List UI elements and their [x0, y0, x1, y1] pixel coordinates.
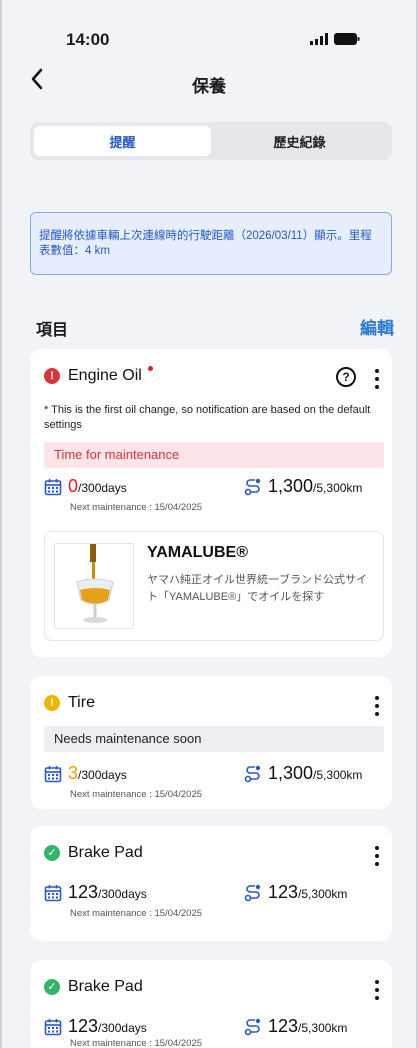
- days-unit: /300days: [78, 768, 127, 782]
- calendar-icon: [44, 478, 62, 495]
- nav-bar: 保養: [2, 64, 416, 104]
- card-header: ! Engine Oil: [44, 365, 153, 385]
- card-note: * This is the first oil change, so notif…: [44, 404, 371, 431]
- distance-unit: /5,300km: [313, 768, 363, 782]
- distance-unit: /5,300km: [313, 481, 363, 495]
- section-title: 項目: [36, 322, 69, 339]
- edit-button[interactable]: 編輯: [360, 314, 394, 339]
- card-title: Brake Pad: [68, 978, 143, 995]
- status-time: 14:00: [66, 30, 110, 49]
- oil-pour-icon: [76, 544, 114, 623]
- status-banner: Needs maintenance soon: [44, 726, 384, 752]
- calendar-icon: [44, 1018, 62, 1035]
- days-unit: /300days: [98, 1021, 147, 1035]
- distance-metric: 123 /5,300km: [244, 1016, 347, 1037]
- card-title: Brake Pad: [68, 844, 143, 861]
- exclamation-icon: !: [44, 368, 60, 384]
- distance-value: 1,300: [268, 476, 314, 496]
- days-unit: /300days: [78, 481, 127, 495]
- distance-unit: /5,300km: [298, 1021, 348, 1035]
- distance-metric: 123 /5,300km: [244, 882, 347, 903]
- card-header: ! Tire: [44, 694, 95, 712]
- maintenance-card-brake-pad[interactable]: ✓ Brake Pad 123 /300days Next maintenanc…: [30, 826, 392, 941]
- distance-metric: 1,300 /5,300km: [244, 476, 362, 497]
- distance-value: 1,300: [268, 763, 314, 783]
- days-value: 0: [68, 476, 79, 496]
- more-menu-button[interactable]: [372, 369, 382, 389]
- distance-value: 123: [268, 882, 299, 902]
- distance-unit: /5,300km: [298, 887, 348, 901]
- days-metric: 123 /300days: [44, 1016, 147, 1037]
- route-icon: [244, 478, 261, 495]
- oil-product-image: [54, 543, 134, 629]
- card-header: ✓ Brake Pad: [44, 978, 143, 996]
- days-metric: 3 /300days: [44, 763, 127, 784]
- days-unit: /300days: [98, 887, 147, 901]
- calendar-icon: [44, 765, 62, 782]
- more-menu-button[interactable]: [372, 980, 382, 1000]
- more-menu-button[interactable]: [372, 696, 382, 716]
- days-metric: 0 /300days: [44, 476, 127, 497]
- days-metric: 123 /300days: [44, 882, 147, 903]
- days-value: 123: [68, 882, 99, 902]
- more-menu-button[interactable]: [372, 846, 382, 866]
- info-notice: 提醒將依據車輛上次連線時的行駛距離（2026/03/11）顯示。里程表數值：4 …: [30, 212, 392, 275]
- status-icons: [310, 33, 360, 45]
- product-description: ヤマハ純正オイル世界統一ブランド公式サイト「YAMALUBE®」でオイルを探す: [147, 574, 367, 603]
- section-header: 項目 編輯: [30, 316, 394, 340]
- check-icon: ✓: [44, 979, 60, 995]
- card-header: ✓ Brake Pad: [44, 844, 143, 862]
- route-icon: [244, 884, 261, 901]
- status-banner: Time for maintenance: [44, 442, 384, 468]
- route-icon: [244, 1018, 261, 1035]
- distance-value: 123: [268, 1016, 299, 1036]
- tab-history[interactable]: 歷史紀錄: [211, 126, 388, 156]
- next-maintenance: Next maintenance : 15/04/2025: [70, 1038, 203, 1048]
- calendar-icon: [44, 884, 62, 901]
- product-promo[interactable]: YAMALUBE® ヤマハ純正オイル世界統一ブランド公式サイト「YAMALUBE…: [44, 531, 384, 641]
- phone-screen: 14:00 保養 提醒 歷史紀錄 提醒將依據車輛上次連線時的行駛距離（2026/…: [0, 0, 418, 1048]
- exclamation-icon: !: [44, 695, 60, 711]
- card-title: Engine Oil: [68, 367, 142, 384]
- battery-icon: [334, 33, 360, 45]
- maintenance-card-tire[interactable]: ! Tire Needs maintenance soon 3 /300days…: [30, 676, 392, 809]
- check-icon: ✓: [44, 845, 60, 861]
- help-icon[interactable]: ?: [336, 367, 356, 387]
- next-maintenance: Next maintenance : 15/04/2025: [70, 502, 203, 513]
- product-name: YAMALUBE®: [147, 544, 248, 561]
- page-title: 保養: [192, 77, 226, 96]
- distance-metric: 1,300 /5,300km: [244, 763, 362, 784]
- next-maintenance: Next maintenance : 15/04/2025: [70, 908, 203, 919]
- route-icon: [244, 765, 261, 782]
- maintenance-card-brake-pad[interactable]: ✓ Brake Pad 123 /300days Next maintenanc…: [30, 960, 392, 1048]
- signal-icon: [310, 33, 328, 45]
- next-maintenance: Next maintenance : 15/04/2025: [70, 789, 203, 800]
- days-value: 3: [68, 763, 79, 783]
- days-value: 123: [68, 1016, 99, 1036]
- card-title: Tire: [68, 694, 95, 711]
- maintenance-card-engine-oil[interactable]: ! Engine Oil ? * This is the first oil c…: [30, 349, 392, 657]
- tab-reminder[interactable]: 提醒: [34, 126, 211, 156]
- unread-dot: [147, 365, 153, 371]
- tab-switcher: 提醒 歷史紀錄: [30, 122, 392, 160]
